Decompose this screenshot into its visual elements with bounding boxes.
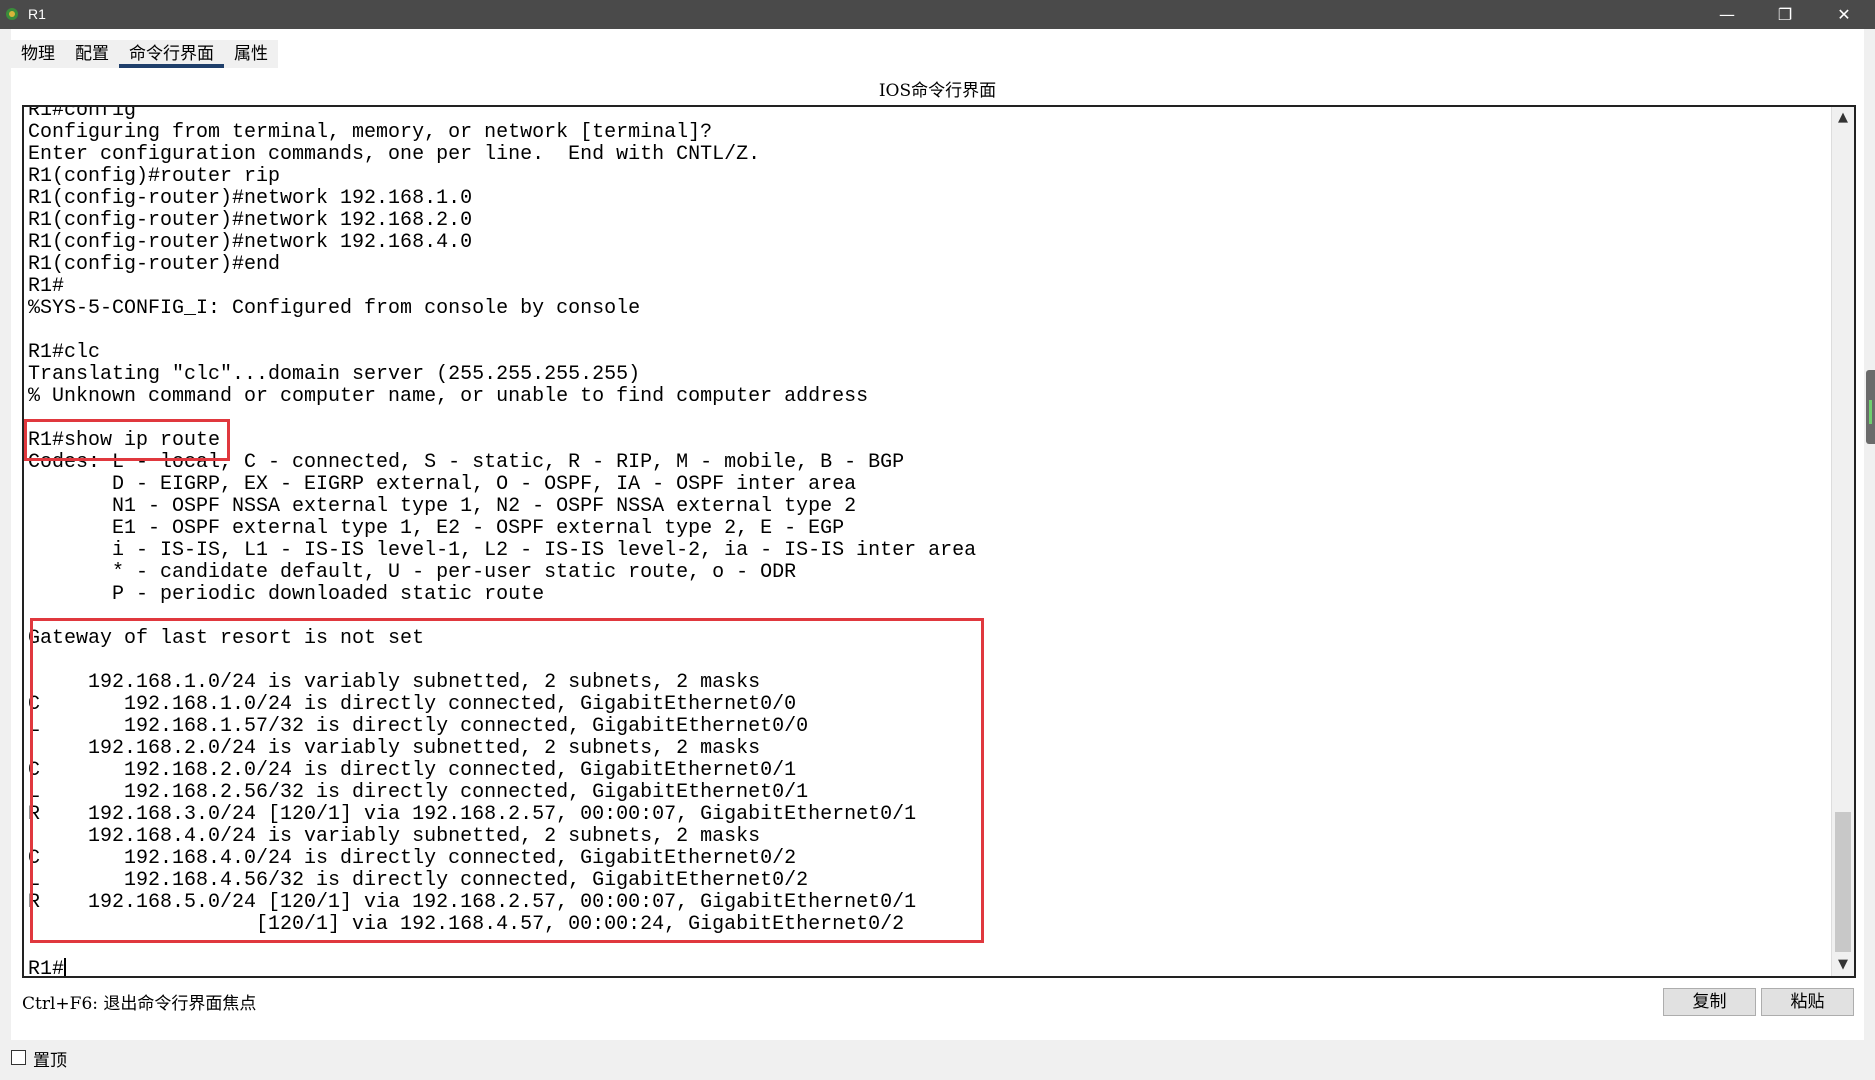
terminal-line: R 192.168.3.0/24 [120/1] via 192.168.2.5… <box>28 803 917 826</box>
terminal-line: R1(config-router)#network 192.168.4.0 <box>28 231 473 254</box>
terminal-line: L 192.168.1.57/32 is directly connected,… <box>28 715 809 738</box>
terminal-prompt: R1# <box>28 958 65 978</box>
terminal-line: R1#clc <box>28 341 101 364</box>
terminal-line: R1(config-router)#network 192.168.2.0 <box>28 209 473 232</box>
terminal-line: 192.168.4.0/24 is variably subnetted, 2 … <box>28 825 761 848</box>
terminal-line: C 192.168.4.0/24 is directly connected, … <box>28 847 797 870</box>
minimize-icon: — <box>1719 5 1735 24</box>
terminal-line: R1(config-router)#network 192.168.1.0 <box>28 187 473 210</box>
close-icon: ✕ <box>1837 5 1851 24</box>
tab-0[interactable]: 物理 <box>11 40 65 68</box>
tab-2[interactable]: 命令行界面 <box>119 40 224 68</box>
terminal-prompt-line[interactable]: R1# <box>28 958 976 978</box>
section-title: IOS命令行界面 <box>878 81 997 101</box>
text-cursor <box>64 958 67 976</box>
terminal-line: i - IS-IS, L1 - IS-IS level-1, L2 - IS-I… <box>28 539 977 562</box>
terminal-line: R1#show ip route <box>28 429 221 452</box>
terminal-line: R1(config)#router rip <box>28 165 281 188</box>
terminal-line: Enter configuration commands, one per li… <box>28 143 761 166</box>
window-title: R1 <box>28 6 46 22</box>
bottom-bar <box>0 1040 1875 1080</box>
tab-bar: 物理 配置 命令行界面 属性 <box>11 40 278 68</box>
terminal-line: 192.168.1.0/24 is variably subnetted, 2 … <box>28 671 761 694</box>
router-app-icon <box>6 8 18 20</box>
terminal-line: R 192.168.5.0/24 [120/1] via 192.168.2.5… <box>28 891 917 914</box>
close-button[interactable]: ✕ <box>1815 0 1873 29</box>
terminal-line: 192.168.2.0/24 is variably subnetted, 2 … <box>28 737 761 760</box>
pin-on-top-label: 置顶 <box>33 1051 67 1071</box>
terminal-line: E1 - OSPF external type 1, E2 - OSPF ext… <box>28 517 845 540</box>
maximize-button[interactable]: ❐ <box>1756 0 1814 29</box>
maximize-icon: ❐ <box>1777 5 1793 24</box>
scroll-up-icon[interactable]: ▲ <box>1832 107 1854 129</box>
terminal-line: Configuring from terminal, memory, or ne… <box>28 121 713 144</box>
terminal-line: L 192.168.4.56/32 is directly connected,… <box>28 869 809 892</box>
side-drawer-handle[interactable] <box>1866 370 1875 444</box>
focus-hint: Ctrl+F6: 退出命令行界面焦点 <box>22 994 257 1014</box>
terminal-line: C 192.168.2.0/24 is directly connected, … <box>28 759 797 782</box>
terminal-line: L 192.168.2.56/32 is directly connected,… <box>28 781 809 804</box>
pin-on-top-checkbox[interactable] <box>11 1050 26 1065</box>
terminal-line: Translating "clc"...domain server (255.2… <box>28 363 641 386</box>
terminal-line: R1(config-router)#end <box>28 253 281 276</box>
scroll-thumb[interactable] <box>1835 812 1851 952</box>
tab-1[interactable]: 配置 <box>65 40 119 68</box>
terminal-line: C 192.168.1.0/24 is directly connected, … <box>28 693 797 716</box>
paste-button[interactable]: 粘贴 <box>1761 988 1854 1016</box>
minimize-button[interactable]: — <box>1698 0 1756 29</box>
terminal-line: R1# <box>28 275 65 298</box>
terminal-line: * - candidate default, U - per-user stat… <box>28 561 797 584</box>
terminal-line: %SYS-5-CONFIG_I: Configured from console… <box>28 297 641 320</box>
terminal-output[interactable]: R1#config Configuring from terminal, memo… <box>28 105 977 978</box>
scroll-down-icon[interactable]: ▼ <box>1832 954 1854 976</box>
title-bar: R1 — ❐ ✕ <box>0 0 1875 29</box>
terminal-line: % Unknown command or computer name, or u… <box>28 385 869 408</box>
terminal-line: Gateway of last resort is not set <box>28 627 425 650</box>
cli-terminal[interactable]: R1#config Configuring from terminal, memo… <box>22 105 1856 978</box>
terminal-line: R1#config <box>28 105 137 122</box>
terminal-line: D - EIGRP, EX - EIGRP external, O - OSPF… <box>28 473 857 496</box>
terminal-line: [120/1] via 192.168.4.57, 00:00:24, Giga… <box>28 913 905 936</box>
terminal-scrollbar[interactable]: ▲ ▼ <box>1831 107 1854 976</box>
tab-3[interactable]: 属性 <box>224 40 278 68</box>
terminal-line: N1 - OSPF NSSA external type 1, N2 - OSP… <box>28 495 857 518</box>
copy-button[interactable]: 复制 <box>1663 988 1756 1016</box>
terminal-line: Codes: L - local, C - connected, S - sta… <box>28 451 905 474</box>
terminal-line: P - periodic downloaded static route <box>28 583 545 606</box>
